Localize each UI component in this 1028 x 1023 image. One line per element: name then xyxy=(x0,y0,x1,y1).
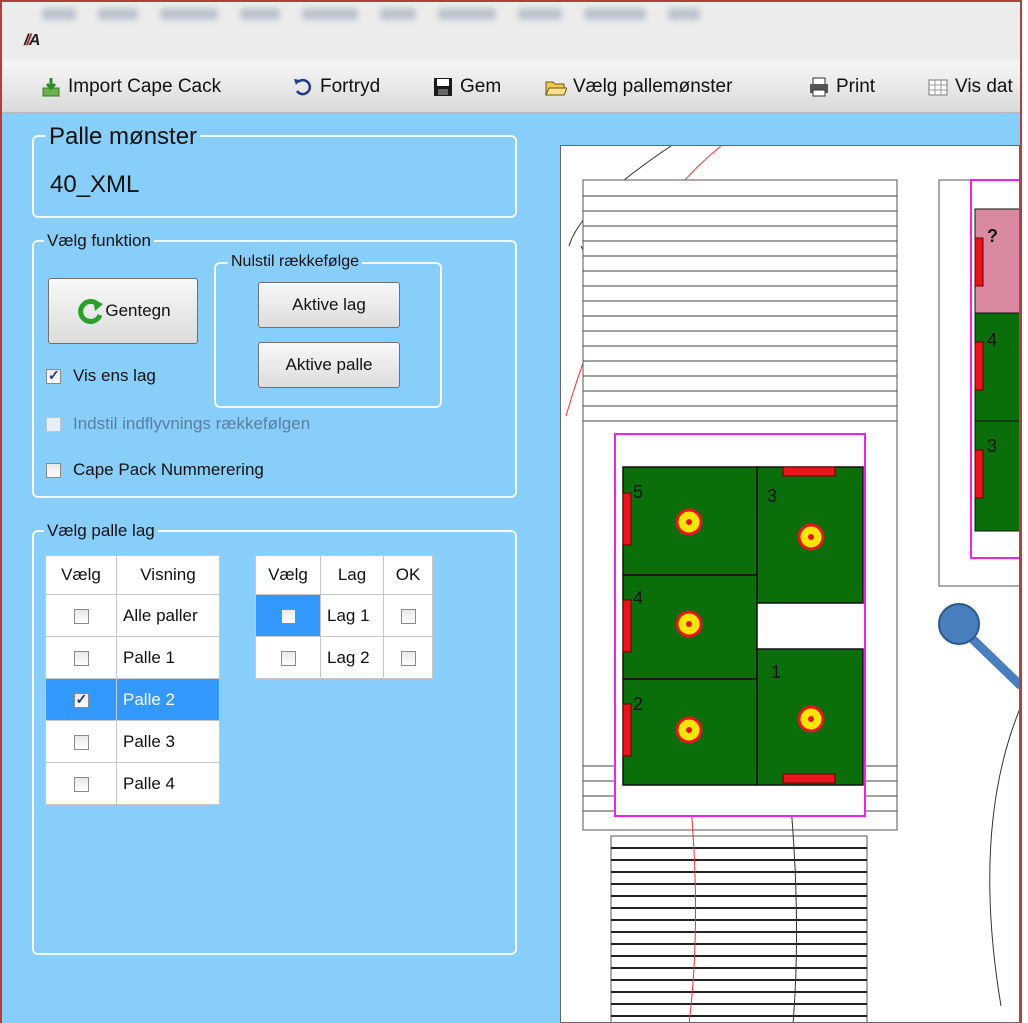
pallet-checkbox[interactable] xyxy=(73,650,89,666)
approach-order-checkbox: Indstil indflyvnings rækkefølgen xyxy=(46,414,310,434)
box-label: 3 xyxy=(987,436,997,456)
app-logo: //A xyxy=(24,32,40,49)
right-pallet: ? 4 3 xyxy=(938,179,1019,587)
pallet-col-select: Vælg xyxy=(45,555,117,595)
print-button[interactable]: Print xyxy=(808,72,875,102)
layer-col-select: Vælg xyxy=(255,555,321,595)
pallet-drawing-canvas[interactable]: 5 3 4 1 2 ? 4 3 xyxy=(560,145,1020,1023)
show-same-layers-checkbox[interactable]: Vis ens lag xyxy=(46,366,156,386)
import-icon xyxy=(42,78,60,97)
function-group: Vælg funktion Gentegn Nulstil rækkefølge… xyxy=(32,231,517,498)
layer-select-cell[interactable] xyxy=(255,636,321,679)
pallet-drawing: 5 3 4 1 2 ? 4 3 xyxy=(565,146,1019,1022)
function-legend: Vælg funktion xyxy=(44,231,154,251)
table-row[interactable]: Lag 1 xyxy=(255,594,433,637)
pallet-layer-legend: Vælg palle lag xyxy=(44,521,158,541)
conveyor xyxy=(610,835,868,1022)
cape-pack-numbering-checkbox[interactable]: Cape Pack Nummerering xyxy=(46,460,264,480)
robot-arm xyxy=(938,603,1019,690)
pallet-label-cell[interactable]: Alle paller xyxy=(116,594,220,637)
show-data-label: Vis dat xyxy=(955,76,1013,97)
box-label: 4 xyxy=(987,330,997,350)
pattern-group: Palle mønster 40_XML xyxy=(32,123,517,218)
pallet-select-cell[interactable] xyxy=(45,636,117,679)
table-row[interactable]: Palle 3 xyxy=(45,720,220,763)
pallet-checkbox[interactable] xyxy=(73,776,89,792)
pallet-select-cell[interactable] xyxy=(45,762,117,805)
show-same-layers-label: Vis ens lag xyxy=(73,366,156,385)
table-row[interactable]: Palle 2 xyxy=(45,678,220,721)
layer-label-cell[interactable]: Lag 1 xyxy=(320,594,384,637)
pattern-legend: Palle mønster xyxy=(46,123,201,151)
pallet-checkbox[interactable] xyxy=(73,691,89,708)
layer-checkbox[interactable] xyxy=(280,608,296,624)
table-row[interactable]: Palle 4 xyxy=(45,762,220,805)
layer-ok-cell[interactable] xyxy=(383,636,433,679)
box-label: 4 xyxy=(633,588,643,608)
open-folder-icon xyxy=(545,81,567,96)
pallet-select-cell[interactable] xyxy=(45,678,117,721)
pallet-col-view: Visning xyxy=(116,555,220,595)
toolbar: Import Cape Cack Fortryd Gem Vælg pallem… xyxy=(2,62,1020,113)
save-label: Gem xyxy=(460,76,502,97)
save-button[interactable]: Gem xyxy=(432,72,501,102)
box-label: 3 xyxy=(767,486,777,506)
undo-button[interactable]: Fortryd xyxy=(292,72,380,102)
layer-select-cell[interactable] xyxy=(255,594,321,637)
reset-order-group: Nulstil rækkefølge Aktive lag Aktive pal… xyxy=(214,253,442,408)
menu-bar xyxy=(42,8,700,24)
pallet-table: Vælg Visning Alle paller Palle 1 Palle 2… xyxy=(45,555,220,805)
redraw-button[interactable]: Gentegn xyxy=(48,278,198,344)
undo-icon xyxy=(294,78,312,96)
box-label: 5 xyxy=(633,482,643,502)
layer-col-ok: OK xyxy=(383,555,433,595)
pallet-checkbox[interactable] xyxy=(73,608,89,624)
table-row[interactable]: Palle 1 xyxy=(45,636,220,679)
redraw-label: Gentegn xyxy=(105,301,171,320)
layer-ok-cell[interactable] xyxy=(383,594,433,637)
pallet-checkbox[interactable] xyxy=(73,734,89,750)
box-label: 1 xyxy=(771,662,781,682)
import-cape-cack-button[interactable]: Import Cape Cack xyxy=(40,72,221,102)
motion-arc xyxy=(989,709,1019,1007)
choose-pattern-button[interactable]: Vælg pallemønster xyxy=(545,72,732,102)
title-bar: //A xyxy=(2,2,1020,58)
active-layer-button[interactable]: Aktive lag xyxy=(258,282,400,328)
printer-icon xyxy=(810,77,828,97)
box-label: 2 xyxy=(633,694,643,714)
save-icon xyxy=(434,78,452,96)
active-pallet-button[interactable]: Aktive palle xyxy=(258,342,400,388)
show-same-layers-box[interactable] xyxy=(46,367,61,384)
grid-icon xyxy=(928,79,948,96)
pallet-select-cell[interactable] xyxy=(45,594,117,637)
layer-col-layer: Lag xyxy=(320,555,384,595)
choose-pattern-label: Vælg pallemønster xyxy=(573,76,733,97)
reset-order-legend: Nulstil rækkefølge xyxy=(228,253,363,271)
print-label: Print xyxy=(836,76,876,97)
table-row[interactable]: Alle paller xyxy=(45,594,220,637)
layer-table-header: Vælg Lag OK xyxy=(255,555,433,595)
undo-label: Fortryd xyxy=(320,76,381,97)
layer-ok-checkbox[interactable] xyxy=(400,608,416,624)
pallet-label-cell[interactable]: Palle 3 xyxy=(116,720,220,763)
pallet-label-cell[interactable]: Palle 1 xyxy=(116,636,220,679)
cape-pack-numbering-label: Cape Pack Nummerering xyxy=(73,460,264,479)
approach-order-box xyxy=(46,416,61,432)
table-row[interactable]: Lag 2 xyxy=(255,636,433,679)
pattern-name: 40_XML xyxy=(50,171,140,198)
box-label: ? xyxy=(987,226,998,246)
import-label: Import Cape Cack xyxy=(68,76,222,97)
pallet-label-cell[interactable]: Palle 2 xyxy=(116,678,220,721)
approach-order-label: Indstil indflyvnings rækkefølgen xyxy=(73,414,311,433)
refresh-icon xyxy=(78,299,104,324)
pallet-table-header: Vælg Visning xyxy=(45,555,220,595)
show-data-button[interactable]: Vis dat xyxy=(927,72,1013,102)
layer-label-cell[interactable]: Lag 2 xyxy=(320,636,384,679)
pallet-label-cell[interactable]: Palle 4 xyxy=(116,762,220,805)
pallet-select-cell[interactable] xyxy=(45,720,117,763)
layer-ok-checkbox[interactable] xyxy=(400,650,416,666)
layer-table: Vælg Lag OK Lag 1 Lag 2 xyxy=(255,555,433,679)
layer-checkbox[interactable] xyxy=(280,650,296,666)
cape-pack-numbering-box[interactable] xyxy=(46,462,61,478)
